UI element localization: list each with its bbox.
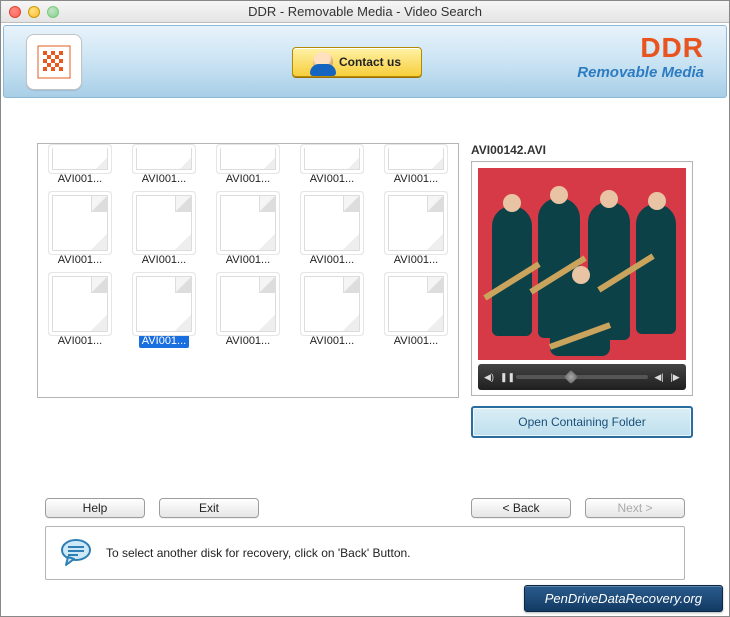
file-label: AVI001...: [223, 172, 273, 186]
file-icon: [52, 148, 108, 170]
brand-block: DDR Removable Media: [577, 32, 704, 81]
file-icon: [220, 195, 276, 251]
app-logo[interactable]: [26, 34, 82, 90]
chat-bubble-icon: [60, 537, 92, 569]
footer-badge: PenDriveDataRecovery.org: [524, 585, 723, 612]
file-item[interactable]: AVI001...: [293, 193, 371, 270]
window-title: DDR - Removable Media - Video Search: [248, 4, 482, 19]
file-icon: [136, 195, 192, 251]
file-item[interactable]: AVI001...: [377, 274, 455, 351]
file-label: AVI001...: [139, 253, 189, 267]
help-button[interactable]: Help: [45, 498, 145, 518]
file-icon: [136, 276, 192, 332]
file-label: AVI001...: [55, 172, 105, 186]
file-label: AVI001...: [139, 172, 189, 186]
pause-icon[interactable]: ❚❚: [500, 372, 510, 383]
preview-thumbnail: [478, 168, 686, 360]
contact-label: Contact us: [339, 55, 401, 69]
file-icon: [388, 195, 444, 251]
file-label: AVI001...: [55, 334, 105, 348]
brand-title: DDR: [577, 32, 704, 64]
preview-box: ◀) ❚❚ ◀| |▶: [471, 161, 693, 396]
nav-row: Help Exit < Back Next >: [9, 498, 721, 518]
header-band: Contact us DDR Removable Media: [3, 25, 727, 98]
file-label: AVI001...: [55, 253, 105, 267]
open-containing-folder-button[interactable]: Open Containing Folder: [471, 406, 693, 438]
file-item[interactable]: AVI001...: [377, 193, 455, 270]
file-label: AVI001...: [307, 253, 357, 267]
file-icon: [304, 195, 360, 251]
file-label: AVI001...: [307, 334, 357, 348]
maximize-icon[interactable]: [47, 6, 59, 18]
file-grid: AVI001... AVI001... AVI001... AVI001... AVI0…: [38, 146, 458, 351]
titlebar: DDR - Removable Media - Video Search: [1, 1, 729, 23]
person-icon: [313, 52, 333, 72]
file-item[interactable]: AVI001...: [293, 274, 371, 351]
brand-subtitle: Removable Media: [577, 64, 704, 81]
file-item[interactable]: AVI001...: [41, 274, 119, 351]
seek-slider[interactable]: [516, 375, 648, 379]
grid-icon: [37, 45, 71, 79]
file-label: AVI001...: [391, 334, 441, 348]
file-item[interactable]: AVI001...: [209, 274, 287, 351]
file-grid-panel: AVI001... AVI001... AVI001... AVI001... AVI0…: [37, 143, 459, 398]
file-label: AVI001...: [223, 334, 273, 348]
file-item[interactable]: AVI001...: [377, 146, 455, 189]
file-icon: [304, 148, 360, 170]
hint-text: To select another disk for recovery, cli…: [106, 546, 411, 560]
file-icon: [220, 276, 276, 332]
volume-icon[interactable]: ◀): [484, 372, 494, 383]
preview-panel: AVI00142.AVI ◀) ❚❚ ◀| |▶ Open Co: [471, 143, 693, 438]
close-icon[interactable]: [9, 6, 21, 18]
exit-button[interactable]: Exit: [159, 498, 259, 518]
file-label: AVI001...: [391, 253, 441, 267]
file-label: AVI001...: [307, 172, 357, 186]
minimize-icon[interactable]: [28, 6, 40, 18]
main-content: AVI001... AVI001... AVI001... AVI001... AVI0…: [1, 143, 729, 580]
file-icon: [388, 276, 444, 332]
file-item[interactable]: AVI001...: [209, 193, 287, 270]
preview-filename: AVI00142.AVI: [471, 143, 693, 157]
window-controls: [1, 6, 59, 18]
file-item[interactable]: AVI001...: [41, 193, 119, 270]
file-label: AVI001...: [391, 172, 441, 186]
step-forward-icon[interactable]: |▶: [670, 372, 680, 383]
next-button: Next >: [585, 498, 685, 518]
file-item[interactable]: AVI001...: [209, 146, 287, 189]
file-icon: [52, 276, 108, 332]
file-label: AVI001...: [139, 334, 189, 348]
file-icon: [220, 148, 276, 170]
file-item[interactable]: AVI001...: [293, 146, 371, 189]
file-item[interactable]: AVI001...: [125, 146, 203, 189]
file-item[interactable]: AVI001...: [125, 193, 203, 270]
hint-box: To select another disk for recovery, cli…: [45, 526, 685, 580]
file-item[interactable]: AVI001...: [41, 146, 119, 189]
file-icon: [136, 148, 192, 170]
video-player-controls: ◀) ❚❚ ◀| |▶: [478, 364, 686, 390]
file-label: AVI001...: [223, 253, 273, 267]
step-back-icon[interactable]: ◀|: [654, 372, 664, 383]
file-icon: [52, 195, 108, 251]
contact-us-button[interactable]: Contact us: [292, 47, 422, 77]
file-icon: [388, 148, 444, 170]
back-button[interactable]: < Back: [471, 498, 571, 518]
file-item[interactable]: AVI001...: [125, 274, 203, 351]
file-icon: [304, 276, 360, 332]
